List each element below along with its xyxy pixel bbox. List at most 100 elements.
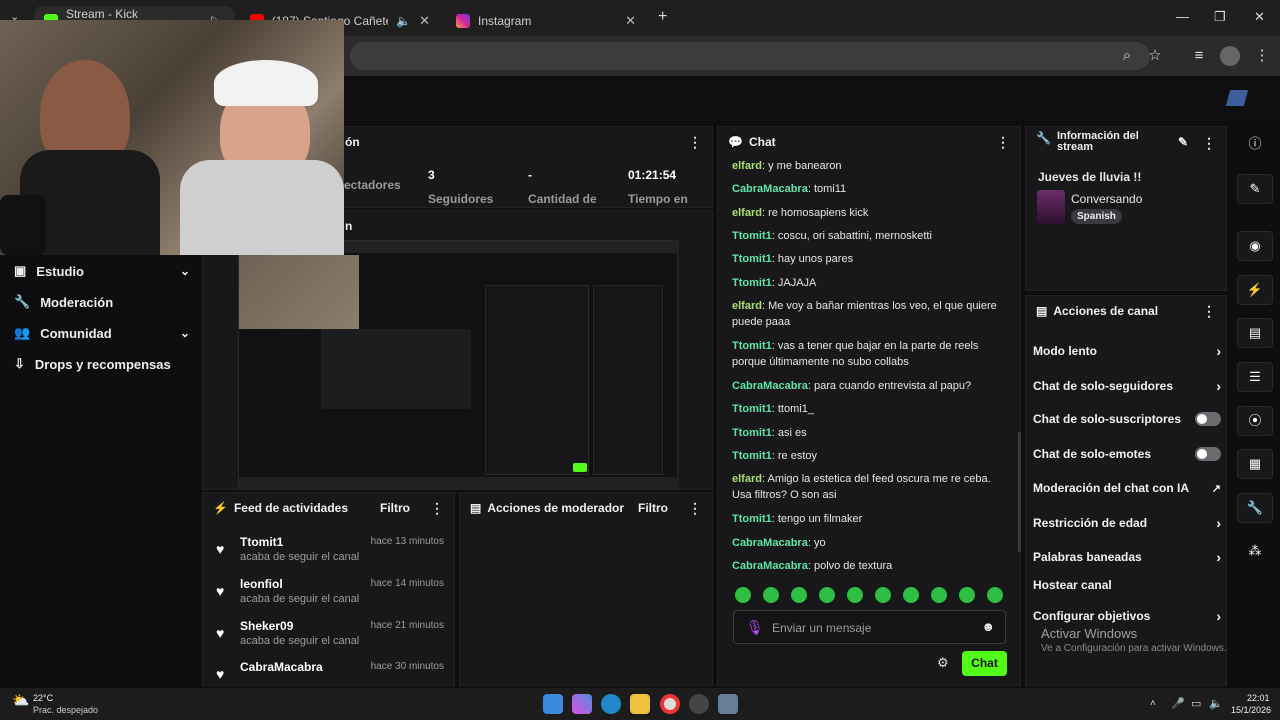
gear-icon[interactable]: ⚙ xyxy=(937,655,949,671)
tray-chevron-icon[interactable]: ˄ xyxy=(1150,698,1156,709)
wrench-icon[interactable]: 🔧 xyxy=(1237,493,1273,523)
document-icon[interactable]: ▤ xyxy=(1237,318,1273,348)
subscribers-only-toggle[interactable] xyxy=(1195,412,1221,426)
tab-instagram[interactable]: Instagram ✕ xyxy=(446,6,646,36)
action-modo-lento[interactable]: Modo lento › xyxy=(1033,343,1221,359)
zoom-icon[interactable]: ⌕ xyxy=(1117,46,1137,66)
chat-username[interactable]: Ttomit1 xyxy=(732,340,772,352)
more-options-icon[interactable]: ⋮ xyxy=(430,500,444,517)
chat-icon[interactable]: ☰ xyxy=(1237,362,1273,392)
emote-icon[interactable] xyxy=(875,587,891,603)
action-moderacion-ia[interactable]: Moderación del chat con IA ↗ xyxy=(1033,481,1221,495)
chat-username[interactable]: Ttomit1 xyxy=(732,230,772,242)
follower-name[interactable]: CabraMacabra xyxy=(240,660,323,674)
more-options-icon[interactable]: ⋮ xyxy=(996,134,1010,151)
microphone-icon[interactable]: 🎙 xyxy=(746,619,764,636)
emoji-icon[interactable]: ☻ xyxy=(981,619,995,634)
nodes-icon[interactable]: ⁂ xyxy=(1237,537,1273,567)
network-icon[interactable]: ▭ xyxy=(1191,697,1201,710)
action-hostear-canal[interactable]: Hostear canal xyxy=(1033,578,1221,592)
emote-icon[interactable] xyxy=(735,587,751,603)
chat-username[interactable]: Ttomit1 xyxy=(732,513,772,525)
chat-username[interactable]: CabraMacabra xyxy=(732,183,808,195)
more-options-icon[interactable]: ⋮ xyxy=(688,500,702,517)
chat-message: elfard: re homosapiens kick xyxy=(732,207,869,219)
chat-username[interactable]: CabraMacabra xyxy=(732,560,808,572)
bookmark-star-icon[interactable]: ☆ xyxy=(1145,46,1165,66)
chat-send-button[interactable]: Chat xyxy=(962,651,1007,676)
chat-input[interactable]: 🎙 Enviar un mensaje ☻ xyxy=(733,610,1006,644)
emote-icon[interactable] xyxy=(931,587,947,603)
chat-scrollbar[interactable] xyxy=(1018,432,1021,552)
chat-username[interactable]: Ttomit1 xyxy=(732,450,772,462)
profile-avatar[interactable] xyxy=(1220,46,1240,66)
chat-username[interactable]: CabraMacabra xyxy=(732,537,808,549)
server-icon[interactable]: ▦ xyxy=(1237,449,1273,479)
more-options-icon[interactable]: ⋮ xyxy=(1202,303,1216,320)
edit-icon[interactable]: ✎ xyxy=(1237,174,1273,204)
app-icon[interactable] xyxy=(718,694,738,714)
minimize-button[interactable]: — xyxy=(1176,9,1189,24)
microphone-tray-icon[interactable]: 🎤 xyxy=(1171,697,1185,710)
camera-icon[interactable]: ◉ xyxy=(1237,231,1273,261)
new-tab-button[interactable]: + xyxy=(658,8,667,26)
chat-username[interactable]: Ttomit1 xyxy=(732,427,772,439)
emotes-only-toggle[interactable] xyxy=(1195,447,1221,461)
emote-icon[interactable] xyxy=(987,587,1003,603)
filter-button[interactable]: Filtro xyxy=(380,501,410,515)
volume-icon[interactable]: 🔈 xyxy=(1209,697,1223,710)
copilot-icon[interactable] xyxy=(572,694,592,714)
maximize-button[interactable]: ❐ xyxy=(1214,9,1226,25)
chat-text: tengo un filmaker xyxy=(777,513,863,525)
more-options-icon[interactable]: ⋮ xyxy=(1202,135,1216,152)
weather-icon[interactable]: ⛅ xyxy=(12,692,29,709)
follower-name[interactable]: Ttomit1 xyxy=(240,535,283,549)
chat-username[interactable]: elfard xyxy=(732,160,762,172)
bolt-icon[interactable]: ⚡ xyxy=(1237,275,1273,305)
sidebar-item-estudio[interactable]: ▣ Estudio ⌄ xyxy=(14,263,190,279)
close-window-button[interactable]: ✕ xyxy=(1254,9,1265,25)
close-tab-icon[interactable]: ✕ xyxy=(625,13,636,29)
emote-icon[interactable] xyxy=(791,587,807,603)
sidebar-item-drops[interactable]: ⇩ Drops y recompensas xyxy=(14,356,190,372)
chat-username[interactable]: Ttomit1 xyxy=(732,253,772,265)
sidebar-item-comunidad[interactable]: 👥 Comunidad ⌄ xyxy=(14,325,190,341)
pencil-icon[interactable]: ✎ xyxy=(1178,135,1188,149)
chat-message: elfard: Amigo la estetica del feed oscur… xyxy=(732,473,991,501)
chat-username[interactable]: elfard xyxy=(732,300,762,312)
emote-icon[interactable] xyxy=(763,587,779,603)
chat-username[interactable]: Ttomit1 xyxy=(732,403,772,415)
chat-text: Me voy a bañar mientras los veo, el que … xyxy=(732,300,997,328)
chat-username[interactable]: Ttomit1 xyxy=(732,277,772,289)
action-solo-seguidores[interactable]: Chat de solo-seguidores › xyxy=(1033,378,1221,394)
follower-name[interactable]: leonfiol xyxy=(240,577,283,591)
chat-message: Ttomit1: vas a tener que bajar en la par… xyxy=(732,340,979,368)
emote-icon[interactable] xyxy=(959,587,975,603)
more-options-icon[interactable]: ⋮ xyxy=(688,134,702,151)
chrome-icon[interactable] xyxy=(660,694,680,714)
obs-icon[interactable] xyxy=(689,694,709,714)
action-restriccion-edad[interactable]: Restricción de edad › xyxy=(1033,515,1221,531)
action-palabras-baneadas[interactable]: Palabras baneadas › xyxy=(1033,549,1221,565)
action-label: Chat de solo-seguidores xyxy=(1033,379,1174,393)
sidebar-item-moderacion[interactable]: 🔧 Moderación xyxy=(14,294,190,310)
broadcast-icon[interactable]: ⦿ xyxy=(1237,406,1273,436)
chat-username[interactable]: CabraMacabra xyxy=(732,380,808,392)
stream-preview-video[interactable] xyxy=(238,240,679,489)
edge-icon[interactable] xyxy=(601,694,621,714)
emote-icon[interactable] xyxy=(903,587,919,603)
chat-username[interactable]: elfard xyxy=(732,207,762,219)
follower-name[interactable]: Sheker09 xyxy=(240,619,293,633)
emote-icon[interactable] xyxy=(847,587,863,603)
media-control-icon[interactable]: ≡ xyxy=(1189,46,1209,66)
close-tab-icon[interactable]: ✕ xyxy=(419,13,430,29)
url-field[interactable] xyxy=(350,42,1150,70)
file-explorer-icon[interactable] xyxy=(630,694,650,714)
filter-button[interactable]: Filtro xyxy=(638,501,668,515)
action-configurar-objetivos[interactable]: Configurar objetivos › xyxy=(1033,608,1221,624)
info-icon[interactable]: ⓘ xyxy=(1237,130,1273,160)
chat-username[interactable]: elfard xyxy=(732,473,762,485)
start-icon[interactable] xyxy=(543,694,563,714)
browser-menu-icon[interactable]: ⋮ xyxy=(1252,46,1272,66)
emote-icon[interactable] xyxy=(819,587,835,603)
